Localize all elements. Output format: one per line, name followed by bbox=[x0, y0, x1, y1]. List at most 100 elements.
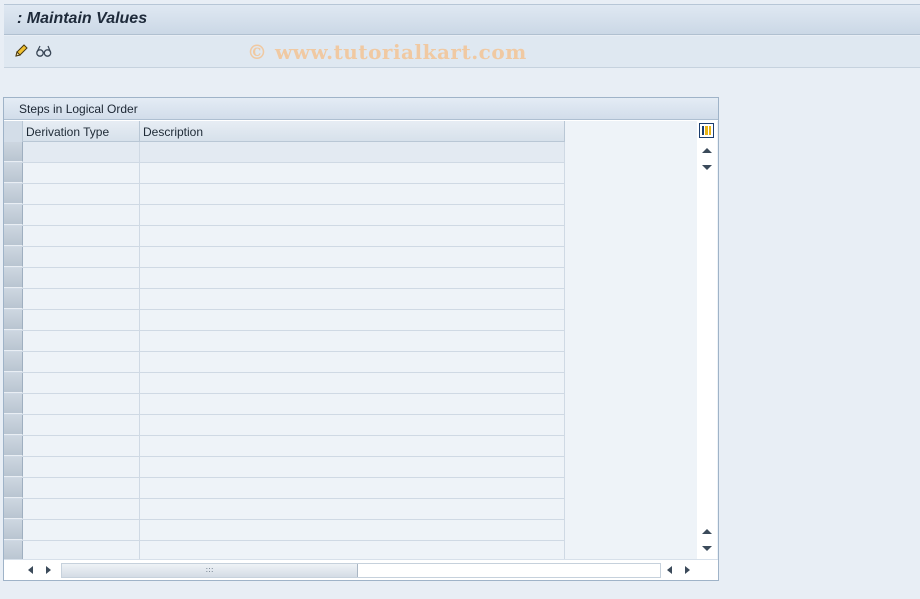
pencil-icon bbox=[15, 44, 28, 57]
cell-description[interactable] bbox=[140, 247, 565, 267]
cell-description[interactable] bbox=[140, 352, 565, 372]
cell-derivation-type[interactable] bbox=[23, 205, 140, 225]
row-selector[interactable] bbox=[4, 415, 23, 435]
table-row[interactable] bbox=[4, 520, 565, 541]
row-selector[interactable] bbox=[4, 184, 23, 204]
horizontal-scroll-thumb[interactable]: ::: bbox=[62, 564, 358, 577]
row-selector[interactable] bbox=[4, 247, 23, 267]
cell-description[interactable] bbox=[140, 163, 565, 183]
column-header-derivation-type[interactable]: Derivation Type bbox=[23, 121, 140, 142]
cell-derivation-type[interactable] bbox=[23, 310, 140, 330]
horizontal-scroll-track[interactable]: ::: bbox=[61, 563, 661, 578]
table-row[interactable] bbox=[4, 289, 565, 310]
change-button[interactable] bbox=[12, 42, 30, 60]
row-selector[interactable] bbox=[4, 457, 23, 477]
cell-derivation-type[interactable] bbox=[23, 247, 140, 267]
cell-description[interactable] bbox=[140, 436, 565, 456]
row-selector[interactable] bbox=[4, 205, 23, 225]
select-all-button[interactable] bbox=[4, 121, 23, 142]
scroll-far-left-icon[interactable] bbox=[667, 566, 672, 574]
table-row[interactable] bbox=[4, 268, 565, 289]
row-selector[interactable] bbox=[4, 226, 23, 246]
cell-derivation-type[interactable] bbox=[23, 373, 140, 393]
cell-description[interactable] bbox=[140, 373, 565, 393]
cell-description[interactable] bbox=[140, 478, 565, 498]
cell-description[interactable] bbox=[140, 394, 565, 414]
column-header-description[interactable]: Description bbox=[140, 121, 565, 142]
cell-description[interactable] bbox=[140, 142, 565, 162]
cell-derivation-type[interactable] bbox=[23, 541, 140, 561]
cell-description[interactable] bbox=[140, 331, 565, 351]
row-selector[interactable] bbox=[4, 142, 23, 162]
row-selector[interactable] bbox=[4, 163, 23, 183]
table-row[interactable] bbox=[4, 415, 565, 436]
display-button[interactable] bbox=[35, 42, 53, 60]
table-row[interactable] bbox=[4, 142, 565, 163]
table-title-bar: Steps in Logical Order bbox=[4, 98, 718, 120]
cell-derivation-type[interactable] bbox=[23, 415, 140, 435]
cell-description[interactable] bbox=[140, 310, 565, 330]
row-selector[interactable] bbox=[4, 520, 23, 540]
table-row[interactable] bbox=[4, 310, 565, 331]
table-row[interactable] bbox=[4, 394, 565, 415]
row-selector[interactable] bbox=[4, 331, 23, 351]
cell-description[interactable] bbox=[140, 520, 565, 540]
cell-description[interactable] bbox=[140, 268, 565, 288]
scroll-right-icon[interactable] bbox=[46, 566, 51, 574]
scroll-up-icon[interactable] bbox=[702, 148, 712, 153]
cell-derivation-type[interactable] bbox=[23, 436, 140, 456]
row-selector[interactable] bbox=[4, 373, 23, 393]
cell-description[interactable] bbox=[140, 184, 565, 204]
watermark-text: © www.tutorialkart.com bbox=[247, 40, 527, 64]
cell-derivation-type[interactable] bbox=[23, 394, 140, 414]
row-selector[interactable] bbox=[4, 352, 23, 372]
horizontal-scrollbar[interactable]: ::: bbox=[4, 559, 718, 580]
row-selector[interactable] bbox=[4, 289, 23, 309]
cell-derivation-type[interactable] bbox=[23, 289, 140, 309]
cell-description[interactable] bbox=[140, 499, 565, 519]
cell-derivation-type[interactable] bbox=[23, 520, 140, 540]
cell-derivation-type[interactable] bbox=[23, 457, 140, 477]
table-row[interactable] bbox=[4, 352, 565, 373]
table-row[interactable] bbox=[4, 163, 565, 184]
vertical-scrollbar[interactable] bbox=[697, 121, 717, 559]
cell-description[interactable] bbox=[140, 226, 565, 246]
row-selector[interactable] bbox=[4, 310, 23, 330]
cell-derivation-type[interactable] bbox=[23, 184, 140, 204]
table-row[interactable] bbox=[4, 226, 565, 247]
table-row[interactable] bbox=[4, 247, 565, 268]
row-selector[interactable] bbox=[4, 436, 23, 456]
table-row[interactable] bbox=[4, 478, 565, 499]
table-row[interactable] bbox=[4, 184, 565, 205]
scroll-down-icon[interactable] bbox=[702, 165, 712, 170]
cell-derivation-type[interactable] bbox=[23, 499, 140, 519]
table-row[interactable] bbox=[4, 331, 565, 352]
cell-description[interactable] bbox=[140, 541, 565, 561]
table-row[interactable] bbox=[4, 436, 565, 457]
scroll-left-icon[interactable] bbox=[28, 566, 33, 574]
cell-derivation-type[interactable] bbox=[23, 163, 140, 183]
cell-description[interactable] bbox=[140, 457, 565, 477]
cell-derivation-type[interactable] bbox=[23, 331, 140, 351]
row-selector[interactable] bbox=[4, 268, 23, 288]
scroll-page-down-icon[interactable] bbox=[702, 546, 712, 551]
cell-derivation-type[interactable] bbox=[23, 478, 140, 498]
cell-description[interactable] bbox=[140, 289, 565, 309]
row-selector[interactable] bbox=[4, 478, 23, 498]
row-selector[interactable] bbox=[4, 541, 23, 561]
row-selector[interactable] bbox=[4, 394, 23, 414]
cell-derivation-type[interactable] bbox=[23, 226, 140, 246]
table-row[interactable] bbox=[4, 205, 565, 226]
row-selector[interactable] bbox=[4, 499, 23, 519]
scroll-page-up-icon[interactable] bbox=[702, 529, 712, 534]
cell-derivation-type[interactable] bbox=[23, 142, 140, 162]
table-row[interactable] bbox=[4, 499, 565, 520]
table-row[interactable] bbox=[4, 457, 565, 478]
cell-derivation-type[interactable] bbox=[23, 352, 140, 372]
cell-description[interactable] bbox=[140, 205, 565, 225]
scroll-far-right-icon[interactable] bbox=[685, 566, 690, 574]
cell-description[interactable] bbox=[140, 415, 565, 435]
column-config-icon[interactable] bbox=[699, 123, 714, 138]
table-row[interactable] bbox=[4, 373, 565, 394]
cell-derivation-type[interactable] bbox=[23, 268, 140, 288]
